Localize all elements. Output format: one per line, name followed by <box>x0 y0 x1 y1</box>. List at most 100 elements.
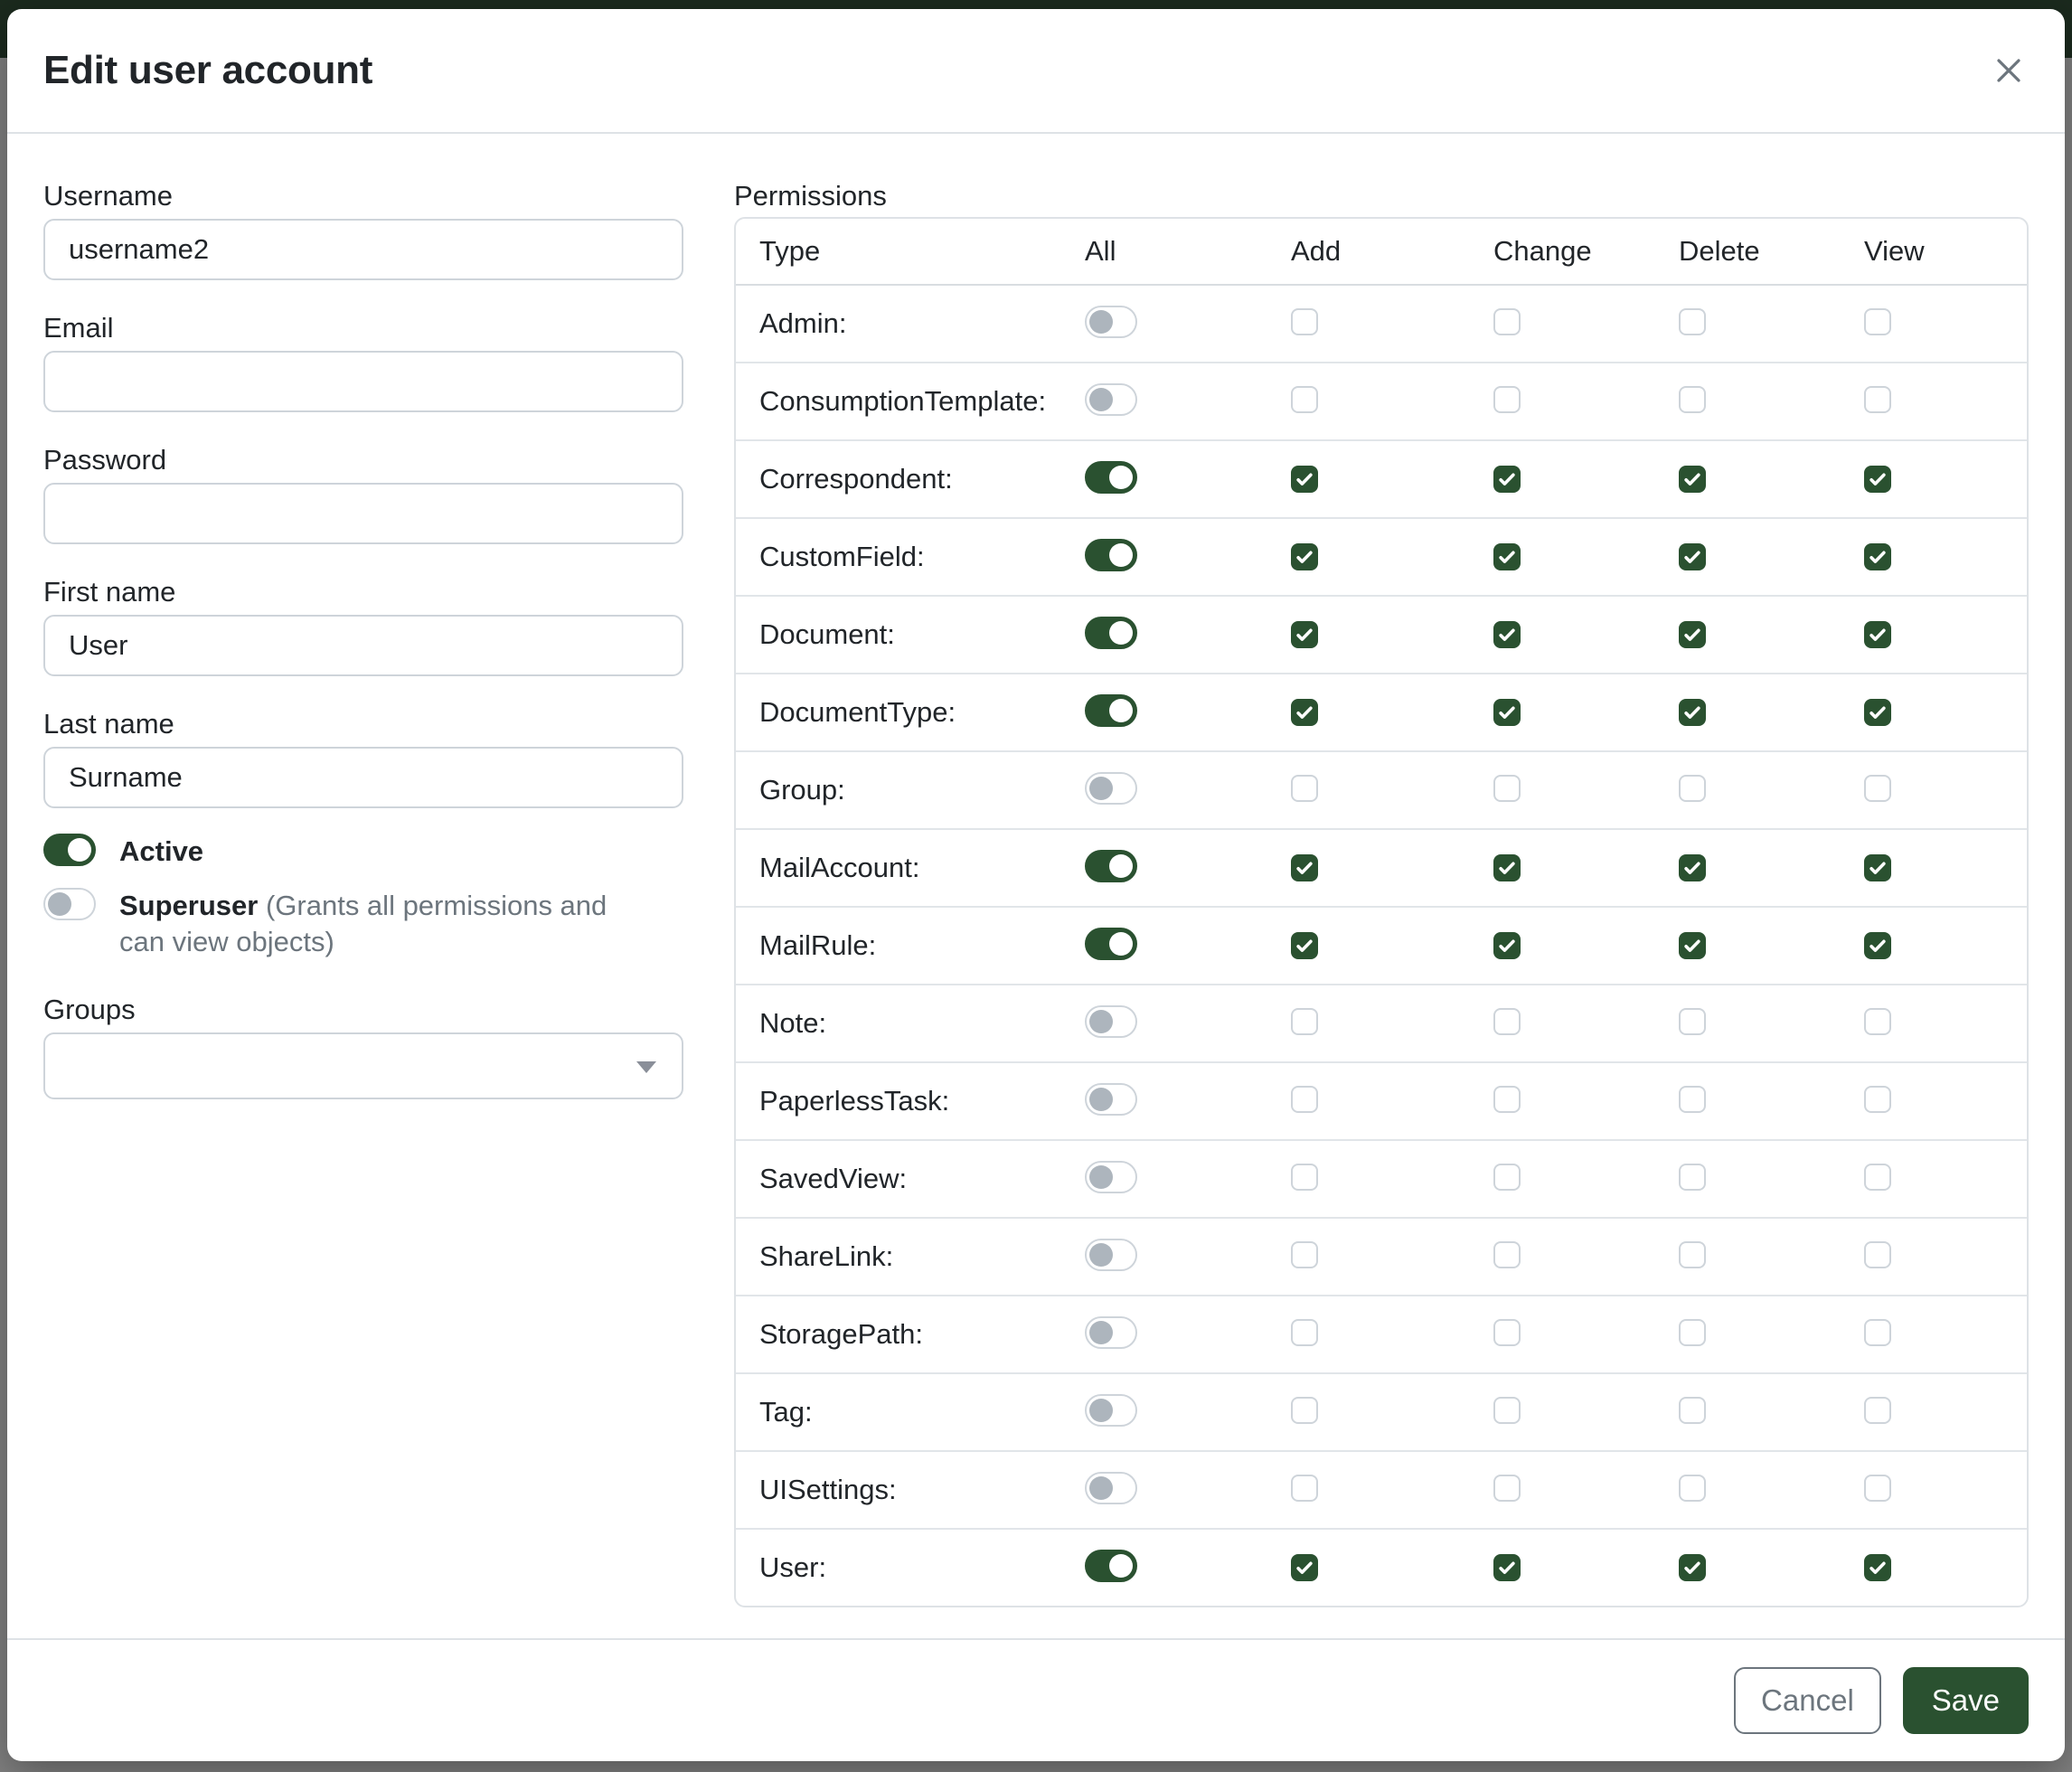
permission-delete-checkbox[interactable] <box>1679 1554 1706 1581</box>
permission-add-checkbox[interactable] <box>1291 621 1318 648</box>
permission-view-checkbox[interactable] <box>1864 466 1891 493</box>
cancel-button[interactable]: Cancel <box>1734 1667 1881 1734</box>
permission-delete-checkbox[interactable] <box>1679 854 1706 881</box>
permission-all-toggle[interactable] <box>1085 928 1137 960</box>
permission-delete-checkbox[interactable] <box>1679 1164 1706 1191</box>
permission-change-checkbox[interactable] <box>1493 699 1521 726</box>
permission-all-toggle[interactable] <box>1085 772 1137 805</box>
permission-change-checkbox[interactable] <box>1493 386 1521 413</box>
permission-add-checkbox[interactable] <box>1291 1241 1318 1268</box>
permission-delete-checkbox[interactable] <box>1679 699 1706 726</box>
permission-delete-checkbox[interactable] <box>1679 621 1706 648</box>
permission-view-checkbox[interactable] <box>1864 775 1891 802</box>
permission-all-toggle[interactable] <box>1085 850 1137 882</box>
permission-all-toggle[interactable] <box>1085 306 1137 338</box>
permission-view-checkbox[interactable] <box>1864 543 1891 570</box>
permission-delete-checkbox[interactable] <box>1679 386 1706 413</box>
email-input[interactable] <box>43 351 683 412</box>
permission-view-checkbox[interactable] <box>1864 854 1891 881</box>
permission-change-checkbox[interactable] <box>1493 1008 1521 1035</box>
permission-view-checkbox[interactable] <box>1864 1241 1891 1268</box>
groups-select[interactable] <box>43 1032 683 1099</box>
permission-change-checkbox[interactable] <box>1493 1164 1521 1191</box>
permission-delete-checkbox[interactable] <box>1679 932 1706 959</box>
permission-delete-checkbox[interactable] <box>1679 1319 1706 1346</box>
permission-view-checkbox[interactable] <box>1864 1475 1891 1502</box>
permission-add-checkbox[interactable] <box>1291 308 1318 335</box>
permission-add-checkbox[interactable] <box>1291 1319 1318 1346</box>
permission-change-checkbox[interactable] <box>1493 854 1521 881</box>
permission-view-checkbox[interactable] <box>1864 308 1891 335</box>
permission-add-checkbox[interactable] <box>1291 854 1318 881</box>
permission-add-checkbox[interactable] <box>1291 1086 1318 1113</box>
permission-change-checkbox[interactable] <box>1493 1554 1521 1581</box>
permission-change-checkbox[interactable] <box>1493 932 1521 959</box>
permission-add-checkbox[interactable] <box>1291 1008 1318 1035</box>
active-toggle[interactable] <box>43 834 96 866</box>
permission-delete-checkbox[interactable] <box>1679 466 1706 493</box>
permission-delete-checkbox[interactable] <box>1679 1397 1706 1424</box>
check-icon <box>1295 469 1314 489</box>
permission-delete-checkbox[interactable] <box>1679 1241 1706 1268</box>
permission-change-checkbox[interactable] <box>1493 308 1521 335</box>
permission-change-checkbox[interactable] <box>1493 621 1521 648</box>
permission-add-checkbox[interactable] <box>1291 1164 1318 1191</box>
permission-all-toggle[interactable] <box>1085 1394 1137 1427</box>
permission-type-label: Admin: <box>736 307 1085 340</box>
permission-add-checkbox[interactable] <box>1291 1554 1318 1581</box>
permission-change-checkbox[interactable] <box>1493 1397 1521 1424</box>
first-name-input[interactable] <box>43 615 683 676</box>
permission-all-toggle[interactable] <box>1085 461 1137 494</box>
close-button[interactable] <box>1985 47 2032 94</box>
permission-view-checkbox[interactable] <box>1864 1164 1891 1191</box>
permission-change-checkbox[interactable] <box>1493 775 1521 802</box>
permission-change-checkbox[interactable] <box>1493 1241 1521 1268</box>
superuser-toggle[interactable] <box>43 888 96 920</box>
password-input[interactable] <box>43 483 683 544</box>
permission-change-checkbox[interactable] <box>1493 466 1521 493</box>
last-name-input[interactable] <box>43 747 683 808</box>
permission-all-toggle[interactable] <box>1085 1239 1137 1271</box>
permission-view-checkbox[interactable] <box>1864 1086 1891 1113</box>
permission-view-checkbox[interactable] <box>1864 1319 1891 1346</box>
permission-all-toggle[interactable] <box>1085 1005 1137 1038</box>
permission-add-checkbox[interactable] <box>1291 543 1318 570</box>
permission-view-checkbox[interactable] <box>1864 699 1891 726</box>
permission-change-checkbox[interactable] <box>1493 1475 1521 1502</box>
username-input[interactable] <box>43 219 683 280</box>
permission-add-checkbox[interactable] <box>1291 386 1318 413</box>
permission-view-checkbox[interactable] <box>1864 932 1891 959</box>
permission-add-checkbox[interactable] <box>1291 699 1318 726</box>
permission-view-checkbox[interactable] <box>1864 1008 1891 1035</box>
permission-delete-checkbox[interactable] <box>1679 775 1706 802</box>
permission-all-toggle[interactable] <box>1085 617 1137 649</box>
permission-delete-checkbox[interactable] <box>1679 543 1706 570</box>
permission-view-checkbox[interactable] <box>1864 1397 1891 1424</box>
permission-change-checkbox[interactable] <box>1493 543 1521 570</box>
permission-add-checkbox[interactable] <box>1291 466 1318 493</box>
permission-type-label: Group: <box>736 774 1085 806</box>
permission-all-toggle[interactable] <box>1085 694 1137 727</box>
permission-change-checkbox[interactable] <box>1493 1086 1521 1113</box>
save-button[interactable]: Save <box>1903 1667 2029 1734</box>
permission-all-toggle[interactable] <box>1085 1161 1137 1193</box>
toggle-knob <box>1089 1088 1113 1111</box>
permission-all-toggle[interactable] <box>1085 1316 1137 1349</box>
permission-add-checkbox[interactable] <box>1291 1475 1318 1502</box>
permission-all-toggle[interactable] <box>1085 1083 1137 1116</box>
permission-change-checkbox[interactable] <box>1493 1319 1521 1346</box>
permission-view-checkbox[interactable] <box>1864 386 1891 413</box>
permission-all-toggle[interactable] <box>1085 539 1137 571</box>
permission-delete-checkbox[interactable] <box>1679 1008 1706 1035</box>
permission-all-toggle[interactable] <box>1085 383 1137 416</box>
permission-add-checkbox[interactable] <box>1291 932 1318 959</box>
permission-view-checkbox[interactable] <box>1864 1554 1891 1581</box>
permission-view-checkbox[interactable] <box>1864 621 1891 648</box>
permission-all-toggle[interactable] <box>1085 1550 1137 1582</box>
permission-add-checkbox[interactable] <box>1291 1397 1318 1424</box>
permission-delete-checkbox[interactable] <box>1679 308 1706 335</box>
permission-all-toggle[interactable] <box>1085 1472 1137 1504</box>
permission-delete-checkbox[interactable] <box>1679 1475 1706 1502</box>
permission-add-checkbox[interactable] <box>1291 775 1318 802</box>
permission-delete-checkbox[interactable] <box>1679 1086 1706 1113</box>
